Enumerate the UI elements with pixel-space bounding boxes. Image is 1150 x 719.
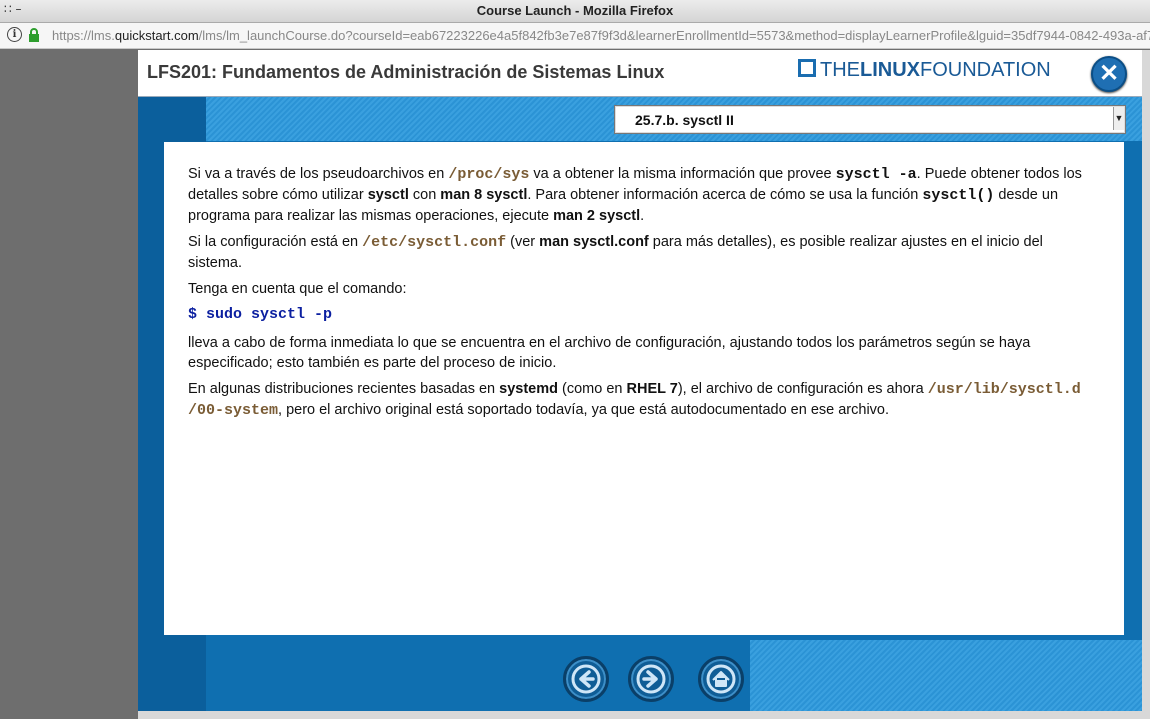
lock-icon[interactable]: [27, 28, 41, 42]
window-title: Course Launch - Mozilla Firefox: [476, 3, 674, 18]
info-icon[interactable]: i: [7, 27, 22, 42]
linux-foundation-logo: THELINUXFOUNDATION: [798, 59, 1051, 85]
command-sysctl-a: sysctl -a: [835, 166, 917, 183]
logo-square-icon: [798, 59, 816, 77]
url-prefix: https://lms.: [52, 28, 115, 43]
bottom-stripe: [750, 640, 1150, 711]
url-domain: quickstart.com: [114, 28, 199, 43]
lesson-content: Si va a través de los pseudoarchivos en …: [164, 142, 1124, 635]
chevron-down-icon[interactable]: ▼: [1113, 107, 1124, 130]
window-titlebar: ∷ – Course Launch - Mozilla Firefox: [0, 0, 1150, 23]
paragraph-5: En algunas distribuciones recientes basa…: [188, 381, 1081, 419]
logo-the: THE: [820, 59, 860, 81]
section-select[interactable]: 25.7.b. sysctl II ▼: [614, 105, 1126, 134]
paragraph-4: lleva a cabo de forma inmediata lo que s…: [188, 335, 1031, 371]
path-usr-lib-sysctl: /usr/lib/sysctl.d: [927, 381, 1081, 398]
home-icon: [706, 664, 736, 694]
section-select-value: 25.7.b. sysctl II: [635, 112, 734, 128]
url-text[interactable]: https://lms.quickstart.com/lms/lm_launch…: [52, 28, 1150, 43]
path-proc-sys: /proc/sys: [448, 166, 530, 183]
arrow-left-icon: [571, 664, 601, 694]
arrow-right-icon: [636, 664, 666, 694]
paragraph-1: Si va a través de los pseudoarchivos en …: [188, 166, 1082, 224]
home-button[interactable]: [698, 656, 744, 702]
course-title: LFS201: Fundamentos de Administración de…: [147, 62, 665, 82]
page-scrollbar[interactable]: [1142, 50, 1150, 711]
path-etc-sysctl-conf: /etc/sysctl.conf: [362, 234, 507, 251]
next-button[interactable]: [628, 656, 674, 702]
prev-button[interactable]: [563, 656, 609, 702]
logo-foundation: FOUNDATION: [920, 59, 1051, 81]
address-bar[interactable]: i https://lms.quickstart.com/lms/lm_laun…: [0, 23, 1150, 49]
close-icon[interactable]: ✕: [1091, 56, 1127, 92]
url-path: /lms/lm_launchCourse.do?courseId=eab6722…: [198, 28, 1150, 43]
code-block: $ sudo sysctl -p: [188, 306, 333, 323]
course-player: LFS201: Fundamentos de Administración de…: [138, 50, 1150, 711]
path-00-system: /00-system: [188, 402, 279, 419]
bottom-edge: [138, 711, 1150, 719]
course-header: LFS201: Fundamentos de Administración de…: [138, 50, 1150, 97]
paragraph-3: Tenga en cuenta que el comando:: [188, 281, 407, 297]
logo-linux: LINUX: [860, 59, 920, 81]
function-sysctl: sysctl(): [922, 187, 995, 204]
paragraph-2: Si la configuración está en /etc/sysctl.…: [188, 234, 1043, 271]
